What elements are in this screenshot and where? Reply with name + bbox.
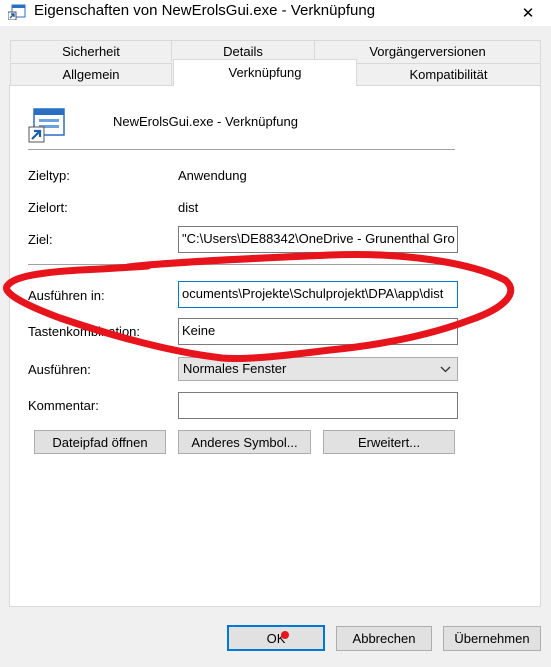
- ausfuehren-select[interactable]: Normales Fenster: [178, 357, 458, 381]
- button-label: Abbrechen: [352, 631, 416, 646]
- tastenkombination-label: Tastenkombination:: [28, 324, 141, 339]
- red-dot-marker: [281, 631, 289, 639]
- tab-label: Details: [223, 44, 263, 59]
- tastenkombination-field[interactable]: Keine: [178, 318, 458, 345]
- tab-label: Sicherheit: [62, 44, 120, 59]
- tab-verknuepfung[interactable]: Verknüpfung: [173, 59, 357, 86]
- anderes-symbol-button[interactable]: Anderes Symbol...: [178, 430, 311, 454]
- kommentar-label: Kommentar:: [28, 398, 99, 413]
- abbrechen-button[interactable]: Abbrechen: [336, 626, 432, 651]
- button-label: Anderes Symbol...: [191, 434, 298, 450]
- zielort-value: dist: [178, 200, 199, 215]
- tab-label: Allgemein: [62, 67, 120, 82]
- tab-panel: NewErolsGui.exe - Verknüpfung Zieltyp: A…: [9, 85, 541, 607]
- uebernehmen-button[interactable]: Übernehmen: [443, 626, 541, 651]
- button-label: Erweitert...: [357, 434, 421, 450]
- button-label: Dateipfad öffnen: [52, 434, 148, 450]
- zieltyp-value: Anwendung: [178, 168, 247, 183]
- tab-label: Kompatibilität: [409, 67, 488, 82]
- zieltyp-label: Zieltyp:: [28, 168, 70, 183]
- tab-allgemein[interactable]: Allgemein: [10, 63, 172, 85]
- ok-button[interactable]: OK: [227, 625, 325, 651]
- tab-sicherheit[interactable]: Sicherheit: [10, 40, 172, 62]
- ausfuehren-selected: Normales Fenster: [183, 361, 287, 376]
- ausfuehren-in-field[interactable]: ocuments\Projekte\Schulprojekt\DPA\app\d…: [178, 281, 458, 308]
- zielort-label: Zielort:: [28, 200, 68, 215]
- title-bar: Eigenschaften von NewErolsGui.exe - Verk…: [0, 0, 551, 26]
- ziel-field[interactable]: "C:\Users\DE88342\OneDrive - Grunenthal …: [178, 226, 458, 253]
- shortcut-app-icon: [8, 4, 26, 20]
- chevron-down-icon: [440, 366, 451, 373]
- ausfuehren-in-label: Ausführen in:: [28, 288, 105, 303]
- shortcut-name: NewErolsGui.exe - Verknüpfung: [113, 114, 298, 129]
- dateipfad-oeffnen-button[interactable]: Dateipfad öffnen: [34, 430, 166, 454]
- ziel-label: Ziel:: [28, 232, 53, 247]
- window-title: Eigenschaften von NewErolsGui.exe - Verk…: [34, 2, 376, 19]
- button-label: Übernehmen: [454, 631, 530, 646]
- tab-label: Verknüpfung: [228, 65, 302, 80]
- tab-kompatibilitaet[interactable]: Kompatibilität: [356, 63, 541, 85]
- ausfuehren-label: Ausführen:: [28, 362, 91, 377]
- tab-label: Vorgängerversionen: [369, 44, 486, 59]
- kommentar-field[interactable]: [178, 392, 458, 419]
- shortcut-app-icon: [28, 108, 65, 143]
- erweitert-button[interactable]: Erweitert...: [323, 430, 455, 454]
- close-button[interactable]: ✕: [505, 0, 551, 26]
- close-icon: ✕: [521, 5, 535, 22]
- separator: [28, 149, 455, 150]
- separator: [28, 264, 455, 265]
